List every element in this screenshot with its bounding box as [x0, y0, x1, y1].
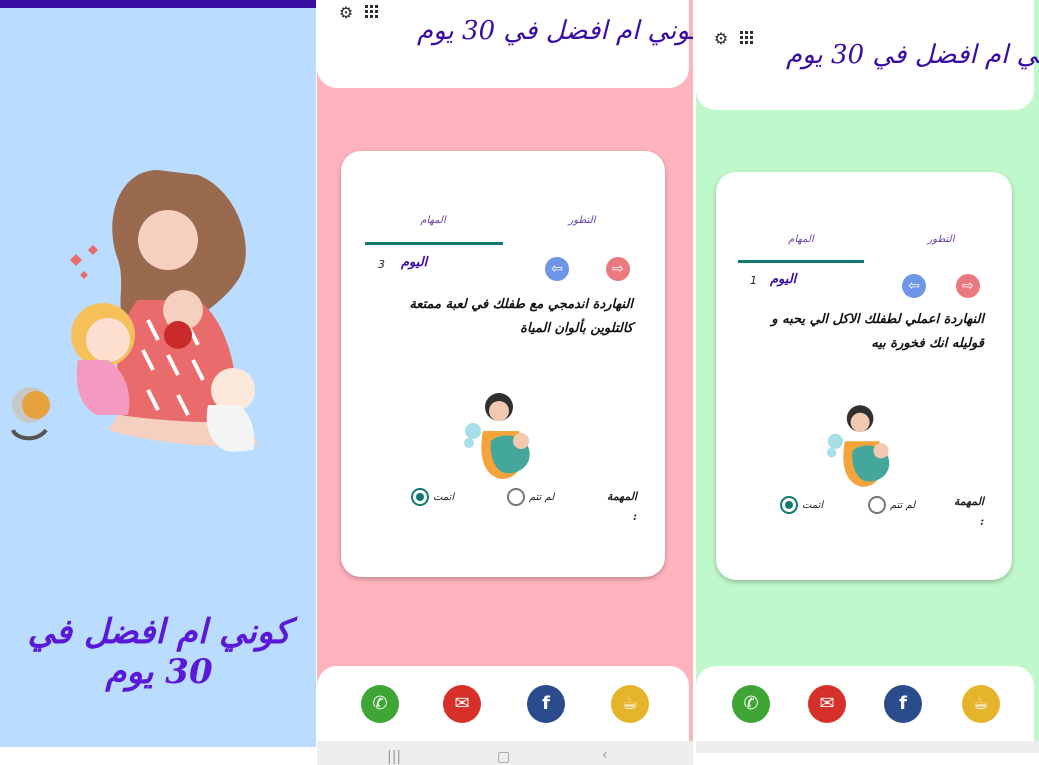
- app-header: ⚙ كوني ام افضل في 30 يوم: [696, 0, 1039, 110]
- grid-icon[interactable]: [738, 30, 756, 48]
- radio-not-done-circle[interactable]: [868, 496, 886, 514]
- app-header: ⚙ كوني ام افضل في 30 يوم: [317, 0, 693, 88]
- tab-indicator: [738, 260, 864, 263]
- radio-not-done-label: لم تتم: [890, 499, 916, 511]
- radio-not-done-circle[interactable]: [507, 488, 525, 506]
- home-icon[interactable]: ▢: [497, 749, 510, 765]
- facebook-icon[interactable]: f: [527, 685, 565, 723]
- radio-not-done-label: لم تتم: [529, 491, 555, 503]
- mission-label: المهمة :: [953, 495, 984, 528]
- tab-tasks[interactable]: المهام: [746, 234, 856, 245]
- radio-not-done[interactable]: لم تتم: [507, 488, 554, 506]
- mission-label: المهمة :: [606, 490, 637, 523]
- whatsapp-icon[interactable]: ✆: [361, 685, 399, 723]
- tab-progress[interactable]: التطور: [527, 215, 637, 226]
- coffee-icon[interactable]: ☕: [611, 685, 649, 723]
- recent-apps-icon[interactable]: |||: [387, 749, 401, 765]
- whatsapp-icon[interactable]: ✆: [732, 685, 770, 723]
- app-title: كوني ام افضل في 30 يوم: [786, 40, 1039, 70]
- grid-icon[interactable]: [363, 4, 381, 22]
- day-label: اليوم: [770, 272, 797, 287]
- radio-done-label: اتمت: [802, 499, 824, 511]
- tab-progress[interactable]: التطور: [886, 234, 996, 245]
- radio-done-label: اتمت: [433, 491, 455, 503]
- mother-children-illustration: [11, 170, 258, 452]
- task-card: التطور المهام 1 اليوم ⇦ ⇨ النهاردة اعملي…: [716, 172, 1012, 580]
- arrow-right-icon[interactable]: ⇨: [956, 274, 980, 298]
- system-nav-bar: ||| ▢ ‹: [317, 741, 693, 765]
- day-label: اليوم: [401, 255, 428, 270]
- radio-done-circle[interactable]: [780, 496, 798, 514]
- mother-baby-image: [826, 405, 890, 487]
- radio-not-done[interactable]: لم تتم: [868, 496, 915, 514]
- mother-baby-image: [464, 393, 530, 479]
- status-bar: [0, 0, 316, 8]
- tab-indicator: [365, 242, 503, 245]
- day-number: 1: [750, 274, 757, 287]
- mail-icon[interactable]: ✉: [808, 685, 846, 723]
- day-number: 3: [378, 258, 385, 271]
- arrow-right-icon[interactable]: ⇨: [606, 257, 630, 281]
- arrow-left-icon[interactable]: ⇦: [545, 257, 569, 281]
- app-title: كوني ام افضل في 30 يوم: [417, 16, 693, 46]
- splash-title: كوني ام افضل في 30 يوم: [27, 612, 291, 692]
- task-screen-day-3: ⚙ كوني ام افضل في 30 يوم التطور المهام 3…: [317, 0, 693, 741]
- task-text: النهاردة اندمجي مع طفلك في لعبة ممتعة كا…: [409, 297, 633, 336]
- radio-done[interactable]: اتمت: [780, 496, 823, 514]
- task-text: النهاردة اعملي لطفلك الاكل الي يحبه و قو…: [771, 312, 984, 351]
- back-icon[interactable]: ‹: [602, 747, 608, 763]
- arrow-left-icon[interactable]: ⇦: [902, 274, 926, 298]
- tab-tasks[interactable]: المهام: [381, 215, 485, 226]
- task-screen-day-1: ⚙ كوني ام افضل في 30 يوم التطور المهام 1…: [696, 0, 1039, 741]
- share-footer: ✆ ✉ f ☕: [696, 666, 1034, 741]
- task-card: التطور المهام 3 اليوم ⇦ ⇨ النهاردة اندمج…: [341, 151, 665, 577]
- coffee-icon[interactable]: ☕: [962, 685, 1000, 723]
- gear-icon[interactable]: ⚙: [712, 30, 730, 48]
- gear-icon[interactable]: ⚙: [337, 4, 355, 22]
- mail-icon[interactable]: ✉: [443, 685, 481, 723]
- system-nav-bar: [696, 741, 1039, 753]
- radio-done-circle[interactable]: [411, 488, 429, 506]
- splash-screen: كوني ام افضل في 30 يوم: [0, 0, 316, 747]
- share-footer: ✆ ✉ f ☕: [317, 666, 689, 741]
- facebook-icon[interactable]: f: [884, 685, 922, 723]
- radio-done[interactable]: اتمت: [411, 488, 454, 506]
